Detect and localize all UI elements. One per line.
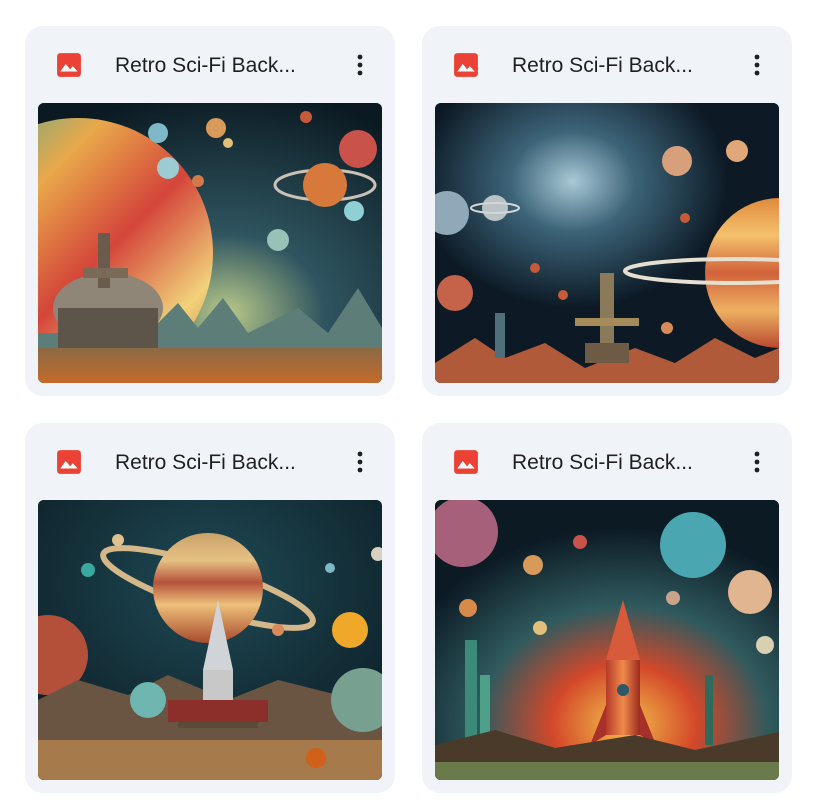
file-title[interactable]: Retro Sci-Fi Back...	[115, 450, 335, 476]
image-thumbnail[interactable]	[38, 103, 382, 383]
file-card-header: Retro Sci-Fi Back...	[25, 26, 395, 104]
image-thumbnail[interactable]	[435, 500, 779, 780]
image-file-icon	[57, 450, 81, 474]
image-thumbnail[interactable]	[435, 103, 779, 383]
more-vert-icon	[754, 54, 760, 76]
file-card[interactable]: Retro Sci-Fi Back...	[25, 26, 395, 396]
more-vert-icon	[754, 451, 760, 473]
more-options-button[interactable]	[740, 48, 774, 82]
file-title[interactable]: Retro Sci-Fi Back...	[115, 53, 335, 79]
image-file-icon	[57, 53, 81, 77]
file-card-header: Retro Sci-Fi Back...	[25, 423, 395, 501]
more-options-button[interactable]	[343, 445, 377, 479]
more-options-button[interactable]	[343, 48, 377, 82]
more-options-button[interactable]	[740, 445, 774, 479]
image-thumbnail[interactable]	[38, 500, 382, 780]
file-title[interactable]: Retro Sci-Fi Back...	[512, 450, 732, 476]
file-card[interactable]: Retro Sci-Fi Back...	[25, 423, 395, 793]
file-title[interactable]: Retro Sci-Fi Back...	[512, 53, 732, 79]
file-card[interactable]: Retro Sci-Fi Back...	[422, 423, 792, 793]
image-file-icon	[454, 450, 478, 474]
file-card[interactable]: Retro Sci-Fi Back...	[422, 26, 792, 396]
more-vert-icon	[357, 451, 363, 473]
more-vert-icon	[357, 54, 363, 76]
file-card-header: Retro Sci-Fi Back...	[422, 423, 792, 501]
file-card-header: Retro Sci-Fi Back...	[422, 26, 792, 104]
image-file-icon	[454, 53, 478, 77]
